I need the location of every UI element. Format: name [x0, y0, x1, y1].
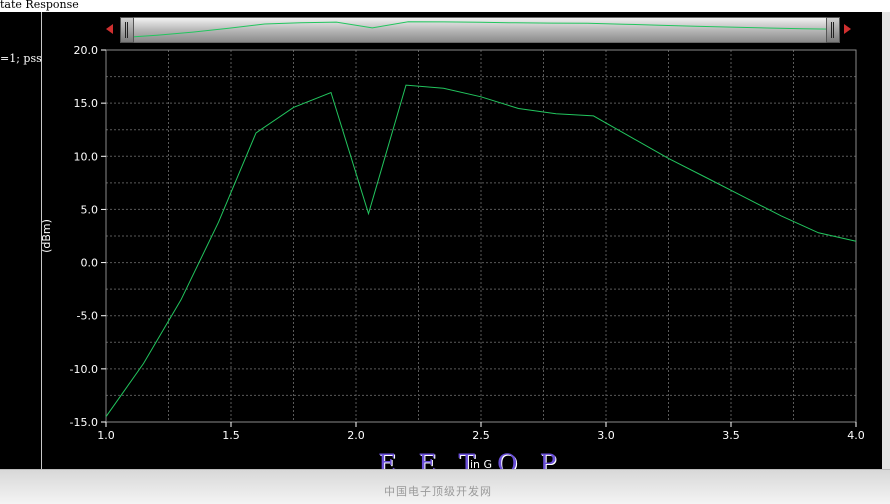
y-tick-label: 10.0: [74, 150, 99, 163]
grid: [105, 49, 857, 423]
watermark-subtitle: 中国电子顶级开发网: [384, 485, 492, 498]
y-tick-label: 0.0: [81, 257, 99, 270]
x-tick-label: 1.5: [222, 429, 240, 442]
plot-area[interactable]: 1.0 1.5 2.0 2.5 3.0 3.5 4.0 20.0 15.0 10.0 5.0 0.0 -…: [0, 0, 890, 503]
y-tick-label: -10.0: [70, 363, 98, 376]
x-tick-label: 1.0: [97, 429, 115, 442]
y-tick-label: -15.0: [70, 416, 98, 429]
x-tick-label: 4.0: [847, 429, 865, 442]
y-tick-label: 20.0: [74, 44, 99, 57]
x-tick-label: 3.5: [722, 429, 740, 442]
x-tick-label: 2.5: [472, 429, 490, 442]
y-tick-label: 5.0: [81, 203, 99, 216]
axis-ticks: 1.0 1.5 2.0 2.5 3.0 3.5 4.0 20.0 15.0 10.0 5.0 0.0 -…: [70, 44, 865, 442]
x-tick-label: 2.0: [347, 429, 365, 442]
y-tick-label: 15.0: [74, 97, 99, 110]
x-tick-label: 3.0: [597, 429, 615, 442]
y-axis-label: (dBm): [40, 219, 53, 253]
y-tick-label: -5.0: [77, 310, 98, 323]
status-bar: 中国电子顶级开发网: [0, 469, 890, 504]
